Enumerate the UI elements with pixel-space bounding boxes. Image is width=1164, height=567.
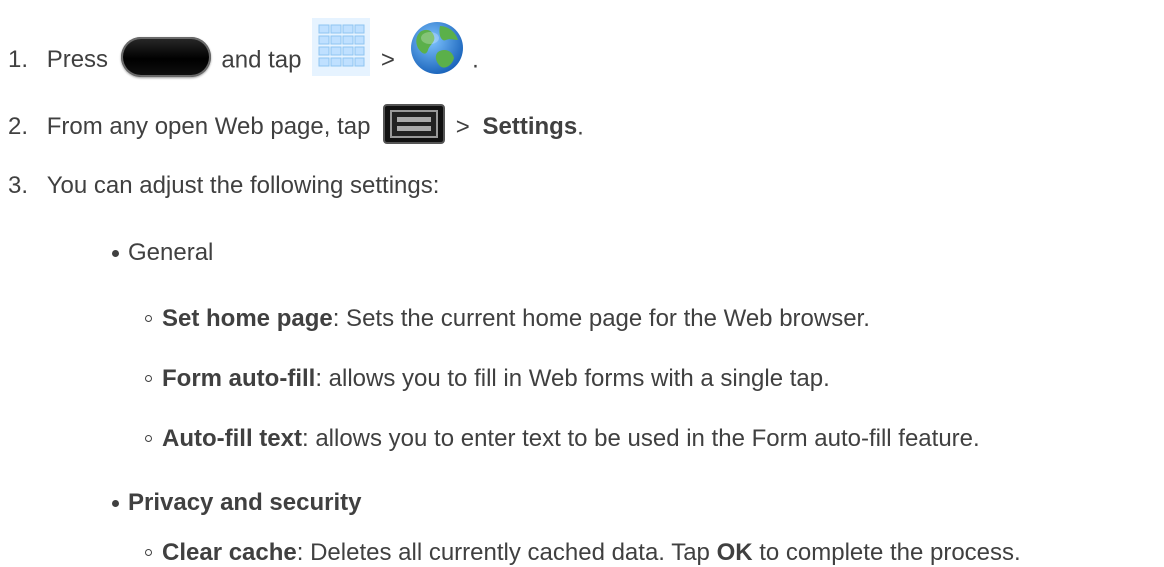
list-item: Auto-fill text: allows you to enter text…	[162, 425, 980, 453]
bullet-ring	[145, 315, 152, 322]
home-key-icon	[120, 37, 211, 77]
settings-term: Settings	[482, 113, 578, 141]
apps-grid-icon	[312, 18, 371, 76]
section-label-privacy: Privacy and security	[128, 489, 362, 516]
separator-gt: >	[380, 46, 395, 74]
bullet-dot	[112, 500, 119, 507]
separator-gt: >	[455, 113, 470, 141]
item-term: Auto-fill text	[162, 425, 302, 452]
bullet-dot	[112, 250, 119, 257]
list-item: Clear cache: Deletes all currently cache…	[162, 539, 1021, 567]
step-end: .	[577, 113, 584, 141]
item-desc: to complete the process.	[752, 539, 1021, 566]
step-text-press: Press	[46, 46, 109, 74]
item-desc: : allows you to enter text to be used in…	[301, 425, 980, 452]
step-text-and-tap: and tap	[221, 46, 302, 74]
ok-term: OK	[716, 539, 753, 566]
item-desc: : Sets the current home page for the Web…	[332, 305, 870, 332]
step-text: From any open Web page, tap	[46, 113, 371, 141]
step-end: .	[472, 46, 479, 74]
bullet-ring	[145, 375, 152, 382]
section-label-general: General	[128, 239, 214, 266]
bullet-ring	[145, 435, 152, 442]
step-text: You can adjust the following settings:	[46, 172, 440, 199]
menu-key-icon	[383, 104, 446, 144]
bullet-ring	[145, 549, 152, 556]
step-number: 1.	[8, 46, 29, 74]
globe-browser-icon	[408, 18, 466, 76]
item-term: Clear cache	[162, 539, 297, 566]
step-number: 2.	[8, 113, 29, 141]
step-3: 3. You can adjust the following settings…	[8, 172, 439, 200]
item-term: Set home page	[162, 305, 333, 332]
item-desc: : allows you to fill in Web forms with a…	[315, 365, 830, 392]
list-item: Set home page: Sets the current home pag…	[162, 305, 870, 333]
list-item: Form auto-fill: allows you to fill in We…	[162, 365, 830, 393]
item-desc: : Deletes all currently cached data. Tap	[296, 539, 717, 566]
step-number: 3.	[8, 172, 29, 199]
step-1: 1. Press and tap > .	[8, 18, 479, 77]
step-2: 2. From any open Web page, tap > Setting…	[8, 104, 584, 144]
item-term: Form auto-fill	[162, 365, 316, 392]
